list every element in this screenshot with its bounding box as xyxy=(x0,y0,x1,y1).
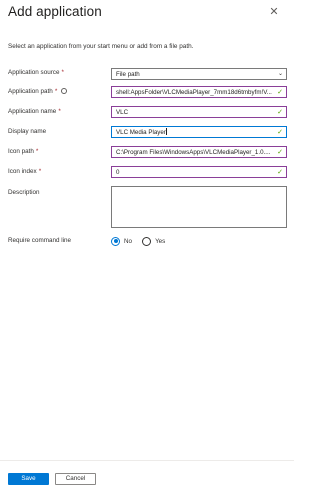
icon-path-value: C:\Program Files\WindowsApps\VLCMediaPla… xyxy=(116,149,271,156)
icon-index-input[interactable]: 0 ✓ xyxy=(111,166,287,178)
icon-index-label: Icon index * xyxy=(8,168,42,175)
require-command-line-label: Require command line xyxy=(8,237,71,244)
application-path-value: shell:AppsFolder\VLCMediaPlayer_7mm18d6t… xyxy=(116,89,272,96)
icon-path-input[interactable]: C:\Program Files\WindowsApps\VLCMediaPla… xyxy=(111,146,287,158)
checkmark-icon: ✓ xyxy=(277,149,283,156)
application-name-label: Application name * xyxy=(8,108,61,115)
application-name-value: VLC xyxy=(116,109,129,116)
chevron-down-icon: ⌄ xyxy=(277,71,283,77)
panel-title: Add application xyxy=(8,4,102,19)
icon-index-value: 0 xyxy=(116,169,120,176)
checkmark-icon: ✓ xyxy=(277,169,283,176)
display-name-value: VLC Media Player xyxy=(116,129,166,136)
text-cursor xyxy=(166,128,168,135)
application-path-input[interactable]: shell:AppsFolder\VLCMediaPlayer_7mm18d6t… xyxy=(111,86,287,98)
close-icon[interactable]: ✕ xyxy=(268,6,280,18)
radio-no-label[interactable]: No xyxy=(124,238,132,245)
add-application-panel: Add application ✕ Select an application … xyxy=(0,0,294,497)
footer-divider xyxy=(0,460,294,461)
application-path-label: Application path * xyxy=(8,88,68,95)
application-source-dropdown[interactable]: File path ⌄ xyxy=(111,68,287,80)
description-label: Description xyxy=(8,189,40,196)
checkmark-icon: ✓ xyxy=(277,129,283,136)
cancel-button[interactable]: Cancel xyxy=(55,473,96,485)
application-name-input[interactable]: VLC ✓ xyxy=(111,106,287,118)
display-name-input[interactable]: VLC Media Player ✓ xyxy=(111,126,287,138)
description-textarea[interactable] xyxy=(111,186,287,228)
save-button[interactable]: Save xyxy=(8,473,49,485)
radio-yes-label[interactable]: Yes xyxy=(155,238,165,245)
radio-no[interactable] xyxy=(111,236,120,246)
info-icon[interactable] xyxy=(61,88,68,94)
application-source-label: Application source * xyxy=(8,69,64,76)
radio-yes[interactable] xyxy=(142,236,152,246)
application-source-value: File path xyxy=(116,71,140,78)
display-name-label: Display name xyxy=(8,128,47,135)
icon-path-label: Icon path * xyxy=(8,148,39,155)
intro-text: Select an application from your start me… xyxy=(8,43,194,50)
checkmark-icon: ✓ xyxy=(277,109,283,116)
checkmark-icon: ✓ xyxy=(277,89,283,96)
require-command-line-radio-group: No Yes xyxy=(111,236,175,246)
